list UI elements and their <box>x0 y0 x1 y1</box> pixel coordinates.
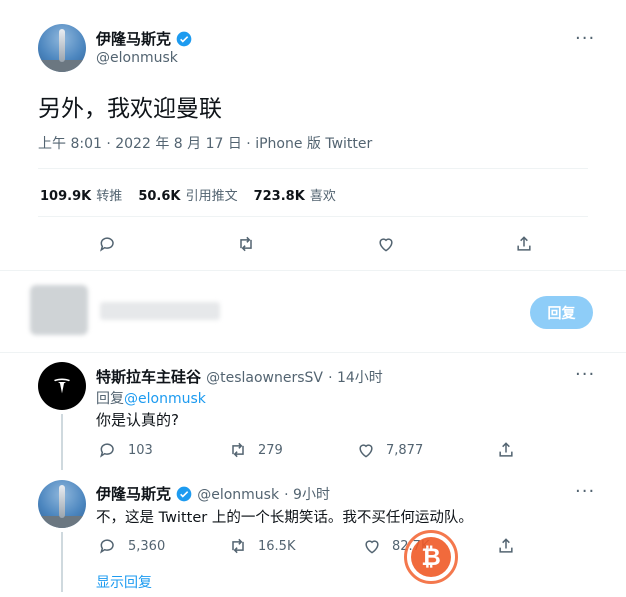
retweet-icon[interactable] <box>236 234 256 254</box>
more-icon[interactable]: ··· <box>575 481 595 502</box>
reply2-retweet-count: 16.5K <box>258 538 296 554</box>
thread-line <box>61 532 63 592</box>
share-icon[interactable] <box>496 536 516 556</box>
share-icon[interactable] <box>496 440 516 460</box>
elonmusk-avatar[interactable] <box>38 480 86 528</box>
reply2-retweet-action[interactable]: 16.5K <box>228 536 295 556</box>
author-handle[interactable]: @elonmusk <box>96 50 178 66</box>
reply1-retweet-action[interactable]: 279 <box>228 440 283 460</box>
replying-to-link[interactable]: @elonmusk <box>124 391 206 407</box>
author-name[interactable]: 伊隆马斯克 <box>96 30 171 48</box>
retweet-icon <box>232 538 244 554</box>
reply2-author-handle[interactable]: @elonmusk <box>197 487 279 503</box>
retweet-stat[interactable]: 109.9K 转推 <box>40 185 122 204</box>
reply1-time[interactable]: · 14小时 <box>328 370 383 386</box>
tweet-text: 另外，我欢迎曼联 <box>38 96 222 122</box>
tweet-stats: 109.9K 转推 50.6K 引用推文 723.8K 喜欢 <box>40 185 336 204</box>
reply2-time[interactable]: · 9小时 <box>284 487 330 503</box>
retweet-icon <box>232 442 244 458</box>
composer-input[interactable] <box>100 302 220 320</box>
teslaowners-avatar[interactable] <box>38 362 86 410</box>
tweet-meta[interactable]: 上午 8:01 · 2022 年 8 月 17 日 · iPhone 版 Twi… <box>38 133 372 153</box>
verified-badge-icon <box>176 486 192 502</box>
reply1-retweet-count: 279 <box>258 442 283 458</box>
author-avatar[interactable] <box>38 24 86 72</box>
reply1-author-handle[interactable]: @teslaownersSV <box>206 370 323 386</box>
bitcoin-icon: ₿ <box>411 537 451 577</box>
thread-line <box>61 414 63 470</box>
share-icon[interactable] <box>514 234 534 254</box>
like-icon[interactable] <box>376 234 396 254</box>
tesla-logo-icon <box>54 378 70 394</box>
bitcoin-watermark: ₿ <box>404 530 458 584</box>
reply2-text: 不，这是 Twitter 上的一个长期笑话。我不买任何运动队。 <box>96 510 473 526</box>
show-replies-link[interactable]: 显示回复 <box>96 572 152 592</box>
reply1-author-name[interactable]: 特斯拉车主硅谷 <box>96 368 201 386</box>
reply2-reply-count: 5,360 <box>128 538 166 554</box>
composer-avatar <box>30 285 88 335</box>
like-icon <box>365 540 379 554</box>
verified-badge-icon <box>176 31 192 47</box>
reply1-like-count: 7,877 <box>386 442 424 458</box>
reply1-like-action[interactable]: 7,877 <box>356 440 423 460</box>
like-icon <box>359 444 373 458</box>
reply-icon <box>100 443 114 458</box>
reply-icon[interactable] <box>98 234 118 254</box>
reply1-text: 你是认真的? <box>96 411 179 429</box>
reply-icon <box>100 539 114 554</box>
quote-stat[interactable]: 50.6K 引用推文 <box>138 185 237 204</box>
reply-button[interactable]: 回复 <box>530 296 593 329</box>
reply2-reply-action[interactable]: 5,360 <box>98 536 165 556</box>
more-icon[interactable]: ··· <box>575 28 595 49</box>
more-icon[interactable]: ··· <box>575 364 595 385</box>
replying-label: 回复 <box>96 391 124 407</box>
reply2-author-name[interactable]: 伊隆马斯克 <box>96 485 171 503</box>
reply1-reply-action[interactable]: 103 <box>98 440 153 460</box>
reply1-reply-count: 103 <box>128 442 153 458</box>
like-stat[interactable]: 723.8K 喜欢 <box>254 185 336 204</box>
